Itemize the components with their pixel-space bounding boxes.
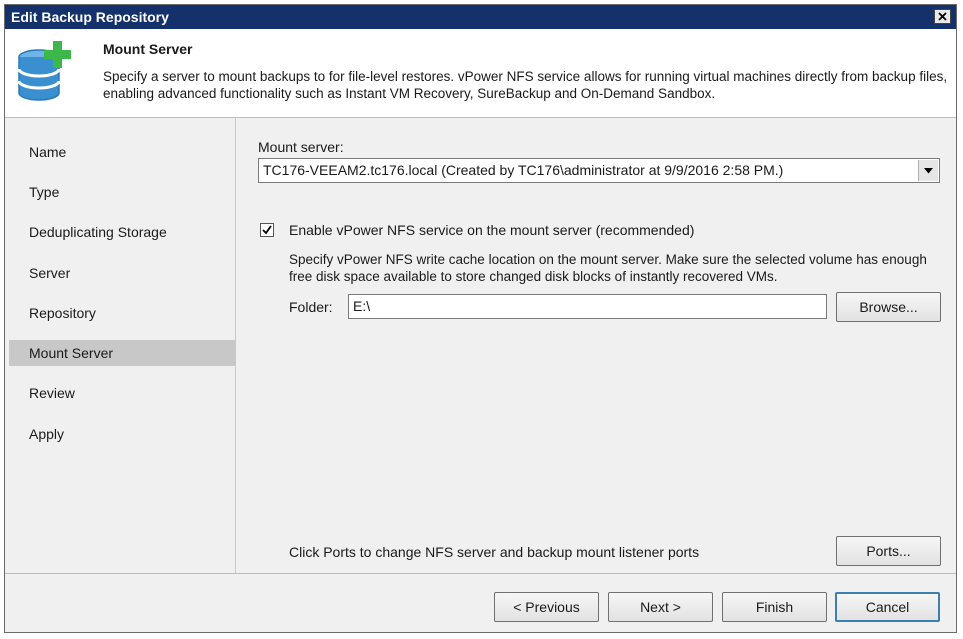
window-title: Edit Backup Repository <box>11 9 169 25</box>
nfs-cache-hint: Specify vPower NFS write cache location … <box>289 252 927 284</box>
browse-button[interactable]: Browse... <box>836 292 941 322</box>
sidebar-item-mount-server[interactable]: Mount Server <box>9 340 235 366</box>
sidebar-item-review[interactable]: Review <box>9 380 235 406</box>
wizard-header: Mount Server Specify a server to mount b… <box>5 29 956 118</box>
sidebar-item-deduplicating-storage[interactable]: Deduplicating Storage <box>9 219 235 245</box>
mount-server-label: Mount server: <box>258 139 344 155</box>
previous-button[interactable]: < Previous <box>494 592 599 622</box>
page-description: Specify a server to mount backups to for… <box>103 69 948 101</box>
ports-hint: Click Ports to change NFS server and bac… <box>289 544 700 560</box>
ports-button[interactable]: Ports... <box>836 536 941 566</box>
mount-server-dropdown[interactable]: TC176-VEEAM2.tc176.local (Created by TC1… <box>258 158 940 183</box>
sidebar-item-name[interactable]: Name <box>9 139 235 165</box>
folder-field[interactable]: E:\ <box>348 294 827 319</box>
wizard-footer: < Previous Next > Finish Cancel <box>5 573 956 632</box>
close-button[interactable] <box>934 9 951 24</box>
cancel-button[interactable]: Cancel <box>835 592 940 622</box>
dropdown-arrow[interactable] <box>918 160 938 181</box>
sidebar-item-repository[interactable]: Repository <box>9 300 235 326</box>
main-panel: Mount server: TC176-VEEAM2.tc176.local (… <box>236 118 956 573</box>
close-icon <box>938 12 947 21</box>
mount-server-value: TC176-VEEAM2.tc176.local (Created by TC1… <box>263 162 784 178</box>
sidebar-item-type[interactable]: Type <box>9 179 235 205</box>
sidebar-item-server[interactable]: Server <box>9 260 235 286</box>
next-button[interactable]: Next > <box>608 592 713 622</box>
folder-label: Folder: <box>289 299 333 315</box>
wizard-steps: Name Type Deduplicating Storage Server R… <box>5 118 236 573</box>
finish-button[interactable]: Finish <box>722 592 827 622</box>
database-add-icon <box>17 41 71 101</box>
enable-nfs-label[interactable]: Enable vPower NFS service on the mount s… <box>289 222 694 238</box>
enable-nfs-checkbox[interactable] <box>260 223 274 237</box>
title-bar: Edit Backup Repository <box>5 5 956 29</box>
dialog-window: Edit Backup Repository Mount Server Spec… <box>4 4 957 633</box>
chevron-down-icon <box>924 167 933 173</box>
sidebar-item-apply[interactable]: Apply <box>9 421 235 447</box>
page-title: Mount Server <box>103 41 193 57</box>
checkmark-icon <box>262 225 272 235</box>
